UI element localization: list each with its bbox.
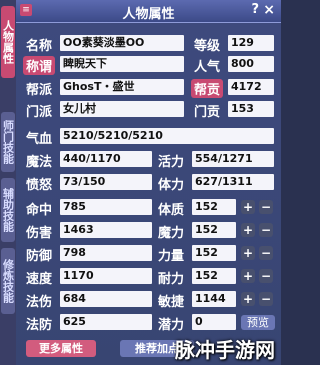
level-value: 129 (228, 35, 274, 51)
watermark-text: 脉冲手游网 (175, 338, 275, 362)
window-title: 人物属性 (122, 7, 175, 22)
con-minus-button[interactable]: − (259, 200, 273, 214)
hp-label: 气血 (26, 132, 53, 147)
con-plus-button[interactable]: + (241, 200, 255, 214)
vitality-value: 554/1271 (192, 151, 274, 167)
title-button[interactable]: 称谓 (23, 56, 56, 75)
potential-label: 潜力 (158, 318, 185, 333)
end-plus-button[interactable]: + (241, 269, 255, 283)
str-minus-button[interactable]: − (259, 246, 273, 260)
mag-value: 152 (192, 222, 236, 238)
spell-defense-value: 625 (60, 314, 152, 330)
tab-school-skills[interactable]: 师门技能 (1, 112, 15, 172)
faction-label: 帮派 (26, 83, 53, 98)
speed-label: 速度 (26, 272, 53, 287)
agi-minus-button[interactable]: − (259, 292, 273, 306)
level-label: 等级 (194, 39, 221, 54)
defense-label: 防御 (26, 249, 53, 264)
anger-value: 73/150 (60, 174, 152, 190)
con-value: 152 (192, 199, 236, 215)
mag-plus-button[interactable]: + (241, 223, 255, 237)
tab-label: 师门技能 (1, 120, 15, 164)
school-contrib-value: 153 (228, 101, 274, 117)
str-value: 152 (192, 245, 236, 261)
title-value: 睥睨天下 (60, 56, 184, 72)
mp-label: 魔法 (26, 155, 53, 170)
popularity-value: 800 (228, 56, 274, 72)
vitality-label: 活力 (158, 155, 185, 170)
tab-character-attributes[interactable]: 人物属性 (1, 6, 15, 78)
tab-assist-skills[interactable]: 辅助技能 (1, 178, 15, 242)
potential-value: 0 (192, 314, 236, 330)
school-label: 门派 (26, 105, 53, 120)
defense-value: 798 (60, 245, 152, 261)
stamina-value: 627/1311 (192, 174, 274, 190)
spell-damage-value: 684 (60, 291, 152, 307)
mag-minus-button[interactable]: − (259, 223, 273, 237)
end-label: 耐力 (158, 272, 185, 287)
help-icon[interactable]: ? (251, 2, 259, 17)
end-value: 152 (192, 268, 236, 284)
close-icon[interactable]: × (263, 2, 275, 18)
hit-label: 命中 (26, 203, 53, 218)
damage-label: 伤害 (26, 226, 53, 241)
preview-button[interactable]: 预览 (241, 315, 275, 330)
str-plus-button[interactable]: + (241, 246, 255, 260)
contribution-value: 4172 (228, 79, 274, 95)
tab-cultivation-skills[interactable]: 修炼技能 (1, 248, 15, 314)
more-attributes-button[interactable]: 更多属性 (26, 340, 96, 357)
hp-value: 5210/5210/5210 (60, 128, 274, 144)
school-contrib-label: 门贡 (194, 105, 221, 120)
mp-value: 440/1170 (60, 151, 152, 167)
school-value: 女儿村 (60, 101, 184, 117)
spell-damage-label: 法伤 (26, 295, 53, 310)
game-screen: 人物属性 师门技能 辅助技能 修炼技能 ≡ 人物属性 ? × 名称 OO素葵淡墨… (0, 0, 281, 365)
agi-plus-button[interactable]: + (241, 292, 255, 306)
speed-value: 1170 (60, 268, 152, 284)
agi-value: 1144 (192, 291, 236, 307)
end-minus-button[interactable]: − (259, 269, 273, 283)
faction-value: GhosT・盛世 (60, 79, 184, 95)
stamina-label: 体力 (158, 178, 185, 193)
tab-label: 辅助技能 (1, 188, 15, 232)
tab-label: 修炼技能 (1, 259, 15, 303)
name-value: OO素葵淡墨OO (60, 35, 184, 51)
tab-label: 人物属性 (1, 20, 15, 64)
anger-label: 愤怒 (26, 178, 53, 193)
name-label: 名称 (26, 39, 53, 54)
mag-label: 魔力 (158, 226, 185, 241)
title-bar: ≡ 人物属性 ? × (16, 0, 281, 23)
damage-value: 1463 (60, 222, 152, 238)
con-label: 体质 (158, 203, 185, 218)
contribution-button[interactable]: 帮贡 (191, 79, 224, 98)
attributes-panel: ≡ 人物属性 ? × 名称 OO素葵淡墨OO 等级 129 称谓 睥睨天下 人气… (16, 0, 281, 365)
hit-value: 785 (60, 199, 152, 215)
popularity-label: 人气 (194, 60, 221, 75)
spell-defense-label: 法防 (26, 318, 53, 333)
agi-label: 敏捷 (158, 295, 185, 310)
str-label: 力量 (158, 249, 185, 264)
side-tab-bar: 人物属性 师门技能 辅助技能 修炼技能 (0, 0, 16, 365)
